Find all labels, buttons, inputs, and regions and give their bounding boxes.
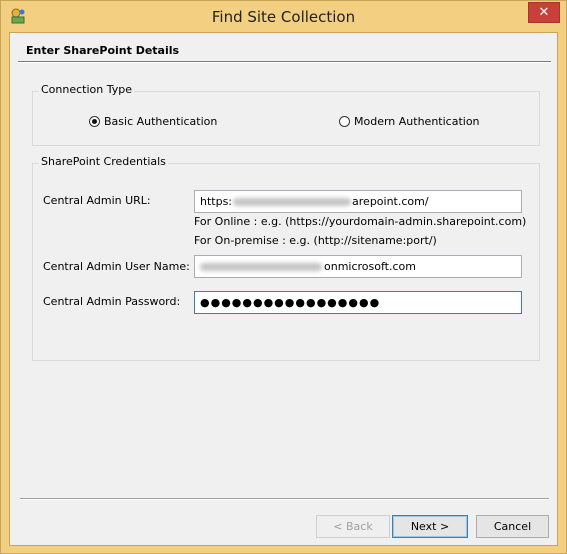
close-button[interactable]: ✕ (528, 2, 560, 23)
basic-auth-radio[interactable]: Basic Authentication (89, 115, 217, 128)
redacted-text (233, 198, 352, 206)
central-admin-username-label: Central Admin User Name: (43, 260, 190, 273)
footer-divider (20, 498, 549, 500)
section-header: Enter SharePoint Details (26, 44, 180, 57)
connection-type-title: Connection Type (39, 83, 135, 96)
radio-selected-icon (89, 116, 100, 127)
credentials-title: SharePoint Credentials (39, 155, 168, 168)
redacted-text (200, 263, 322, 271)
cancel-button[interactable]: Cancel (476, 515, 549, 538)
central-admin-password-input[interactable]: ●●●●●●●●●●●●●●●●● (194, 291, 522, 314)
find-site-collection-window: Find Site Collection ✕ Enter SharePoint … (0, 0, 567, 554)
radio-unselected-icon (339, 116, 350, 127)
window-title: Find Site Collection (211, 8, 356, 26)
dialog-body: Enter SharePoint Details Connection Type… (9, 32, 558, 546)
username-suffix: onmicrosoft.com (324, 260, 416, 273)
onpremise-hint: For On-premise : e.g. (http://sitename:p… (194, 234, 437, 247)
modern-auth-label: Modern Authentication (354, 115, 480, 128)
back-button[interactable]: < Back (316, 515, 390, 538)
next-button[interactable]: Next > (392, 515, 468, 538)
modern-auth-radio[interactable]: Modern Authentication (339, 115, 480, 128)
title-bar: Find Site Collection ✕ (1, 1, 566, 31)
online-hint: For Online : e.g. (https://yourdomain-ad… (194, 215, 527, 228)
close-icon: ✕ (538, 5, 550, 20)
central-admin-username-input[interactable]: onmicrosoft.com (194, 255, 522, 278)
header-divider (18, 61, 551, 63)
url-prefix: https: (200, 195, 233, 208)
password-mask: ●●●●●●●●●●●●●●●●● (200, 296, 381, 309)
url-suffix: arepoint.com/ (352, 195, 429, 208)
central-admin-password-label: Central Admin Password: (43, 295, 181, 308)
central-admin-url-label: Central Admin URL: (43, 194, 151, 207)
basic-auth-label: Basic Authentication (104, 115, 218, 128)
central-admin-url-input[interactable]: https: arepoint.com/ (194, 190, 522, 213)
